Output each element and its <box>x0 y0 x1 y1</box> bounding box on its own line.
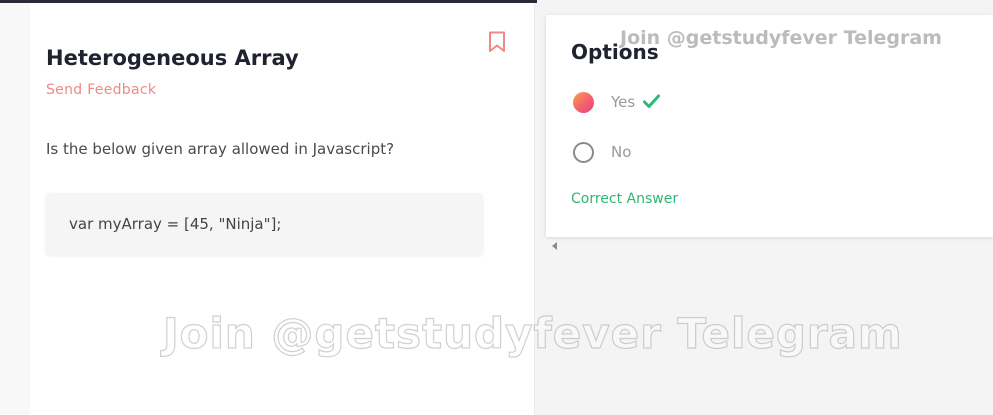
code-block: var myArray = [45, "Ninja"]; <box>46 193 483 255</box>
question-text: Is the below given array allowed in Java… <box>46 140 395 158</box>
watermark-center: Join @getstudyfever Telegram <box>162 308 903 358</box>
radio-empty-icon[interactable] <box>573 142 594 163</box>
scroll-left-arrow-icon[interactable] <box>552 242 557 250</box>
code-text: var myArray = [45, "Ninja"]; <box>69 215 282 233</box>
send-feedback-link[interactable]: Send Feedback <box>46 82 156 98</box>
bookmark-icon[interactable] <box>488 31 506 53</box>
question-title: Heterogeneous Array <box>46 46 299 70</box>
watermark-top: Join @getstudyfever Telegram <box>620 27 942 49</box>
option-label: Yes <box>611 93 636 111</box>
left-gutter <box>0 3 30 415</box>
radio-selected-icon[interactable] <box>573 92 594 113</box>
option-label: No <box>611 143 632 161</box>
check-icon <box>643 94 660 108</box>
result-status: Correct Answer <box>571 191 679 207</box>
